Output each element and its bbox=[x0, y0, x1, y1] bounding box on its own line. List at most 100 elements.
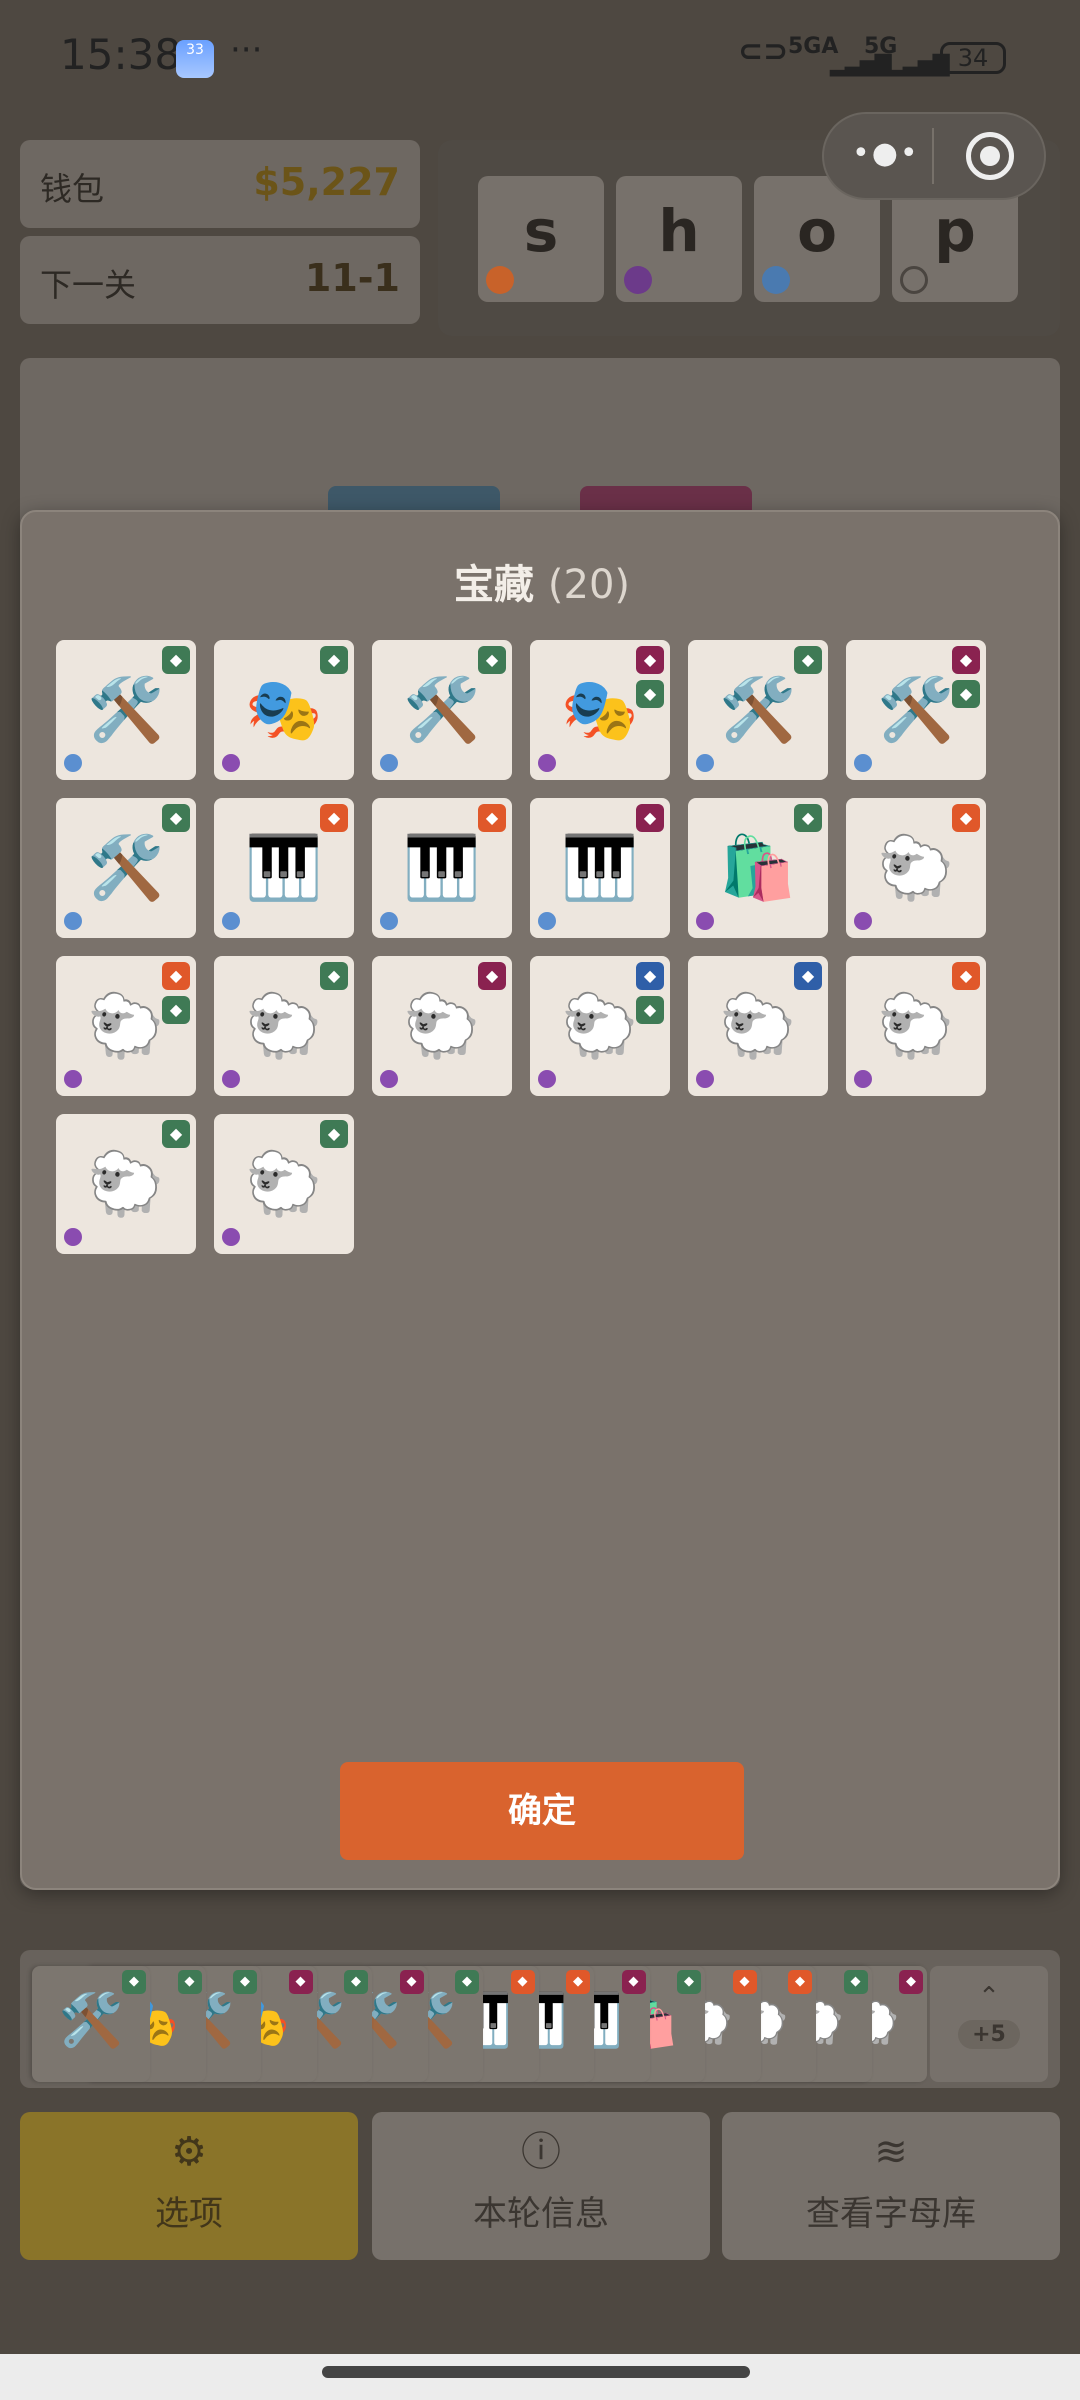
color-dot bbox=[64, 754, 82, 772]
modifier-badge-icon: ◆ bbox=[794, 962, 822, 990]
modifier-badge-icon: ◆ bbox=[162, 1120, 190, 1148]
treasure-card[interactable]: 🐑 ◆ bbox=[214, 956, 354, 1096]
modal-title: 宝藏 (20) bbox=[453, 562, 631, 608]
letter-tile[interactable]: s bbox=[478, 176, 604, 302]
color-dot bbox=[538, 754, 556, 772]
treasure-card[interactable]: 🎭 ◆ bbox=[214, 640, 354, 780]
clock: 15:38 bbox=[60, 30, 182, 79]
treasure-card[interactable]: 🛠️ ◆ ◆ bbox=[846, 640, 986, 780]
treasure-card[interactable]: 🐑 ◆ ◆ bbox=[530, 956, 670, 1096]
modifier-badge-icon: ◆ bbox=[636, 962, 664, 990]
color-dot bbox=[538, 912, 556, 930]
treasure-modal: 宝藏 (20) 确定 🛠️ ◆ 🎭 ◆ 🛠️ ◆ 🎭 ◆ ◆ 🛠️ ◆ 🛠️ ◆ ◆ 🛠️ ◆ 🎹 ◆ 🎹 ◆ 🎹 ◆ 🛍️… bbox=[20, 510, 1060, 1890]
color-dot bbox=[64, 912, 82, 930]
modifier-badge-icon: ◆ bbox=[788, 1970, 812, 1994]
ellipsis-icon[interactable]: •●• bbox=[852, 136, 920, 171]
modifier-badge-icon: ◆ bbox=[162, 804, 190, 832]
modifier-badge-icon: ◆ bbox=[320, 1120, 348, 1148]
info-icon: ⓘ bbox=[521, 2129, 561, 2175]
color-dot bbox=[486, 266, 514, 294]
color-dot bbox=[222, 1228, 240, 1246]
treasure-card[interactable]: 🐑 ◆ bbox=[846, 798, 986, 938]
treasure-emoji: 🛠️ bbox=[719, 673, 797, 746]
modifier-badge-icon: ◆ bbox=[952, 680, 980, 708]
treasure-emoji: 🛠️ bbox=[87, 831, 165, 904]
modifier-badge-icon: ◆ bbox=[478, 646, 506, 674]
treasure-card[interactable]: 🛠️ ◆ bbox=[56, 640, 196, 780]
treasure-card[interactable]: 🐑 ◆ bbox=[214, 1114, 354, 1254]
color-dot bbox=[762, 266, 790, 294]
hand-card[interactable]: 🛠️◆ bbox=[32, 1966, 150, 2082]
gear-icon: ⚙ bbox=[171, 2129, 207, 2175]
color-dot bbox=[624, 266, 652, 294]
color-dot bbox=[696, 754, 714, 772]
modifier-badge-icon: ◆ bbox=[636, 996, 664, 1024]
treasure-card[interactable]: 🎹 ◆ bbox=[530, 798, 670, 938]
modifier-badge-icon: ◆ bbox=[122, 1970, 146, 1994]
options-button[interactable]: ⚙ 选项 bbox=[20, 2112, 358, 2260]
treasure-emoji: 🐑 bbox=[403, 989, 481, 1062]
color-dot bbox=[696, 1070, 714, 1088]
treasure-emoji: 🐑 bbox=[245, 989, 323, 1062]
treasure-card[interactable]: 🛠️ ◆ bbox=[688, 640, 828, 780]
round-info-button[interactable]: ⓘ 本轮信息 bbox=[372, 2112, 710, 2260]
modifier-badge-icon: ◆ bbox=[510, 1970, 535, 1994]
treasure-card[interactable]: 🐑 ◆ ◆ bbox=[56, 956, 196, 1096]
link-icon: ⊂⊃ bbox=[738, 34, 789, 69]
modifier-badge-icon: ◆ bbox=[566, 1970, 590, 1994]
modifier-badge-icon: ◆ bbox=[843, 1970, 868, 1994]
treasure-card[interactable]: 🐑 ◆ bbox=[56, 1114, 196, 1254]
letter-bank-label: 查看字母库 bbox=[806, 2194, 976, 2234]
treasure-card[interactable]: 🎹 ◆ bbox=[214, 798, 354, 938]
notification-dots: ··· bbox=[230, 30, 263, 70]
modifier-badge-icon: ◆ bbox=[677, 1970, 701, 1994]
color-dot bbox=[854, 1070, 872, 1088]
modifier-badge-icon: ◆ bbox=[478, 962, 506, 990]
treasure-card[interactable]: 🛍️ ◆ bbox=[688, 798, 828, 938]
letter-bank-button[interactable]: ≋ 查看字母库 bbox=[722, 2112, 1060, 2260]
next-level-value: 11-1 bbox=[304, 256, 400, 300]
wallet-label: 钱包 bbox=[40, 170, 105, 208]
treasure-emoji: 🐑 bbox=[877, 989, 955, 1062]
treasure-card[interactable]: 🎭 ◆ ◆ bbox=[530, 640, 670, 780]
modifier-badge-icon: ◆ bbox=[455, 1970, 479, 1994]
treasure-emoji: 🐑 bbox=[877, 831, 955, 904]
options-label: 选项 bbox=[155, 2194, 223, 2234]
color-dot bbox=[380, 754, 398, 772]
treasure-emoji: 🎹 bbox=[245, 831, 323, 904]
modifier-badge-icon: ◆ bbox=[621, 1970, 646, 1994]
treasure-card[interactable]: 🐑 ◆ bbox=[372, 956, 512, 1096]
round-info-label: 本轮信息 bbox=[473, 2194, 609, 2234]
more-count: +5 bbox=[958, 2020, 1020, 2049]
next-level-panel: 下一关 11-1 bbox=[20, 236, 420, 324]
color-dot bbox=[222, 1070, 240, 1088]
confirm-button[interactable]: 确定 bbox=[340, 1762, 744, 1860]
target-icon[interactable] bbox=[966, 132, 1014, 180]
modifier-badge-icon: ◆ bbox=[636, 804, 664, 832]
color-dot bbox=[900, 266, 928, 294]
treasure-emoji: 🐑 bbox=[245, 1147, 323, 1220]
home-indicator[interactable] bbox=[322, 2366, 750, 2378]
wallet-value: $5,227 bbox=[253, 160, 400, 204]
treasure-card[interactable]: 🎹 ◆ bbox=[372, 798, 512, 938]
treasure-card[interactable]: 🐑 ◆ bbox=[846, 956, 986, 1096]
treasure-emoji: 🐑 bbox=[719, 989, 797, 1062]
treasure-card[interactable]: 🐑 ◆ bbox=[688, 956, 828, 1096]
layers-icon: ≋ bbox=[874, 2129, 908, 2175]
letter-tile[interactable]: h bbox=[616, 176, 742, 302]
treasure-emoji: 🐑 bbox=[87, 1147, 165, 1220]
modifier-badge-icon: ◆ bbox=[320, 646, 348, 674]
color-dot bbox=[64, 1070, 82, 1088]
more-cards-button[interactable]: ⌃ +5 bbox=[930, 1966, 1048, 2082]
modifier-badge-icon: ◆ bbox=[952, 962, 980, 990]
color-dot bbox=[222, 754, 240, 772]
treasure-card[interactable]: 🛠️ ◆ bbox=[372, 640, 512, 780]
treasure-emoji: 🛠️ bbox=[403, 673, 481, 746]
color-dot bbox=[222, 912, 240, 930]
treasure-card[interactable]: 🛠️ ◆ bbox=[56, 798, 196, 938]
color-dot bbox=[538, 1070, 556, 1088]
treasure-count: (20) bbox=[547, 562, 631, 608]
treasure-emoji: 🎹 bbox=[403, 831, 481, 904]
color-dot bbox=[380, 912, 398, 930]
treasure-emoji: 🛠️ bbox=[87, 673, 165, 746]
